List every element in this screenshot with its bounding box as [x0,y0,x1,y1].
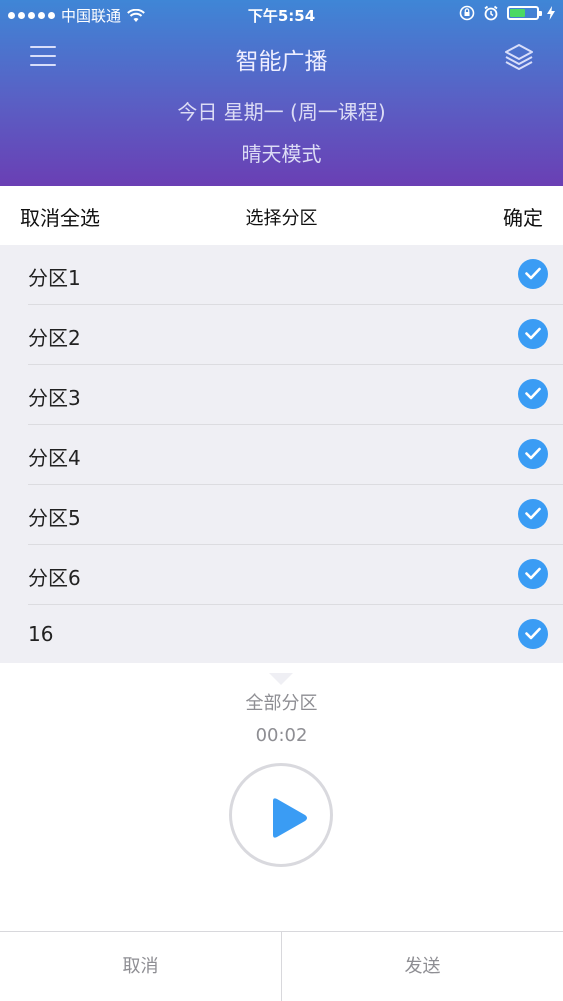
checkmark-icon[interactable] [518,619,548,649]
dropdown-pointer [269,673,293,685]
zone-picker-header: 取消全选 选择分区 确定 [0,186,563,245]
checkmark-icon[interactable] [518,319,548,349]
cancel-button[interactable]: 取消 [0,932,281,1001]
alarm-icon [484,5,498,21]
zone-label: 分区1 [28,266,81,290]
selected-zones-label[interactable]: 全部分区 [0,689,563,715]
nav-bar: 智能广播 [0,30,563,85]
zone-row[interactable]: 16 [28,605,563,664]
zone-label: 分区3 [28,386,81,410]
zone-row[interactable]: 分区2 [28,305,563,365]
zone-row[interactable]: 分区6 [28,545,563,605]
charging-icon [547,6,555,20]
page-title: 智能广播 [235,49,328,75]
layers-icon[interactable] [503,42,535,72]
battery-icon [507,6,542,20]
rotation-lock-icon [459,5,475,21]
playback-timer: 00:02 [255,725,308,746]
checkmark-icon[interactable] [518,379,548,409]
checkmark-icon[interactable] [518,259,548,289]
weather-mode: 晴天模式 [241,142,322,166]
app-header: 中国联通 下午5:54 智能广播 今日 星期一 (周一课程) 晴天模式 [0,0,563,186]
status-bar: 中国联通 下午5:54 [0,0,563,30]
zone-row[interactable]: 分区4 [28,425,563,485]
schedule-day: 今日 星期一 (周一课程) [177,100,386,124]
zone-row[interactable]: 分区5 [28,485,563,545]
checkmark-icon[interactable] [518,559,548,589]
bottom-action-bar: 取消 发送 [0,931,563,1001]
zone-label: 分区6 [28,566,81,590]
confirm-button[interactable]: 确定 [503,202,543,231]
zone-list: 分区1 分区2 分区3 分区4 分区5 分区6 16 [0,245,563,663]
send-button[interactable]: 发送 [282,932,563,1001]
play-button[interactable] [229,763,333,867]
zone-row[interactable]: 分区1 [28,245,563,305]
play-icon [273,798,307,838]
zone-row[interactable]: 分区3 [28,365,563,425]
cancel-all-button[interactable]: 取消全选 [20,202,100,231]
zone-label: 分区5 [28,506,81,530]
checkmark-icon[interactable] [518,499,548,529]
zone-label: 分区2 [28,326,81,350]
checkmark-icon[interactable] [518,439,548,469]
status-right [459,5,555,21]
zone-label: 分区4 [28,446,81,470]
zone-label: 16 [28,622,54,646]
